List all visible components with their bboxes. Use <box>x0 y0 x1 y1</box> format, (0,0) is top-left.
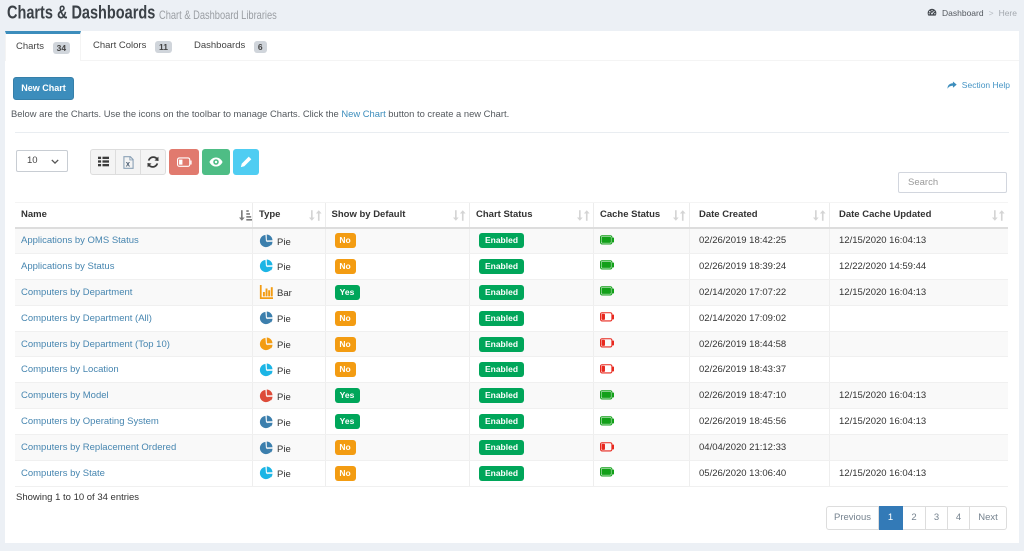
svg-text:x: x <box>125 159 130 168</box>
